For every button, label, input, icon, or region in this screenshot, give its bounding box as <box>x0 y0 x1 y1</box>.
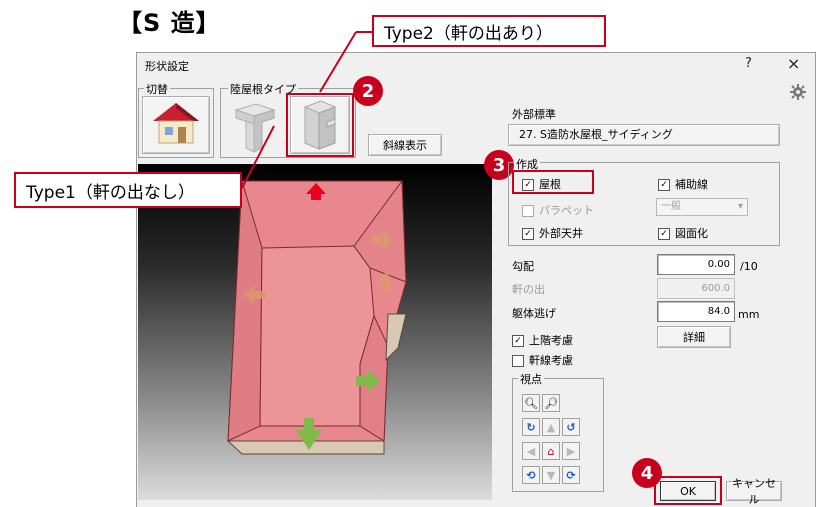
upper-floor-checkbox[interactable]: ✓ 上階考慮 <box>512 332 573 348</box>
down-arrow-icon[interactable]: ▼ <box>542 466 560 484</box>
offset-unit: mm <box>738 308 760 321</box>
eave-line-check-box[interactable] <box>512 355 524 367</box>
eave-line-checkbox[interactable]: 軒線考慮 <box>512 352 573 368</box>
drawing-check-label: 図面化 <box>675 227 708 240</box>
eave-input[interactable]: 600.0 <box>657 278 735 299</box>
ok-button-highlight <box>654 476 722 505</box>
step-badge-2: 2 <box>353 76 383 106</box>
right-arrow-icon[interactable]: ▶ <box>562 442 580 460</box>
roof-checkbox-highlight <box>512 170 594 194</box>
chevron-down-icon: ▾ <box>737 201 743 212</box>
upper-check-box[interactable]: ✓ <box>512 335 524 347</box>
cancel-button[interactable]: キャンセル <box>726 477 782 506</box>
offset-input[interactable]: 84.0 <box>657 301 735 322</box>
eave-label: 軒の出 <box>512 283 545 296</box>
drawing-check-box[interactable]: ✓ <box>658 228 670 240</box>
upper-check-label: 上階考慮 <box>529 334 573 347</box>
tilt-up-icon[interactable]: ⟳ <box>562 466 580 484</box>
aux-check-box[interactable]: ✓ <box>658 179 670 191</box>
rotate-left-icon[interactable]: ↻ <box>522 418 540 436</box>
ceiling-check-label: 外部天井 <box>539 227 583 240</box>
parapet-select[interactable]: 一般 ▾ <box>656 198 748 216</box>
parapet-check-box[interactable] <box>522 205 534 217</box>
tilt-down-icon[interactable]: ⟲ <box>522 466 540 484</box>
left-arrow-icon[interactable]: ◀ <box>522 442 540 460</box>
exterior-standard-label: 外部標準 <box>512 108 556 121</box>
parapet-checkbox[interactable]: パラペット <box>522 202 594 218</box>
slope-input[interactable]: 0.00 <box>657 254 735 275</box>
aux-check-label: 補助線 <box>675 178 708 191</box>
ceiling-checkbox[interactable]: ✓ 外部天井 <box>522 225 583 241</box>
rotate-right-icon[interactable]: ↺ <box>562 418 580 436</box>
slope-label: 勾配 <box>512 260 534 273</box>
aux-line-checkbox[interactable]: ✓ 補助線 <box>658 176 708 192</box>
exterior-standard-button[interactable]: 27. S造防水屋根_サイディング <box>508 124 780 146</box>
up-arrow-icon[interactable]: ▲ <box>542 418 560 436</box>
slope-unit: /10 <box>740 260 758 273</box>
offset-label: 躯体逃げ <box>512 307 556 320</box>
detail-button[interactable]: 詳細 <box>657 326 731 348</box>
zoom-in-icon[interactable]: 🔍︎ <box>522 394 540 412</box>
home-icon[interactable]: ⌂ <box>542 442 560 460</box>
ceiling-check-box[interactable]: ✓ <box>522 228 534 240</box>
parapet-check-label: パラペット <box>539 204 594 217</box>
zoom-out-icon[interactable]: 🔎︎ <box>542 394 560 412</box>
viewpoint-group-title: 視点 <box>518 371 544 387</box>
eave-line-check-label: 軒線考慮 <box>529 354 573 367</box>
parapet-select-value: 一般 <box>661 201 681 212</box>
drawing-checkbox[interactable]: ✓ 図面化 <box>658 225 708 241</box>
